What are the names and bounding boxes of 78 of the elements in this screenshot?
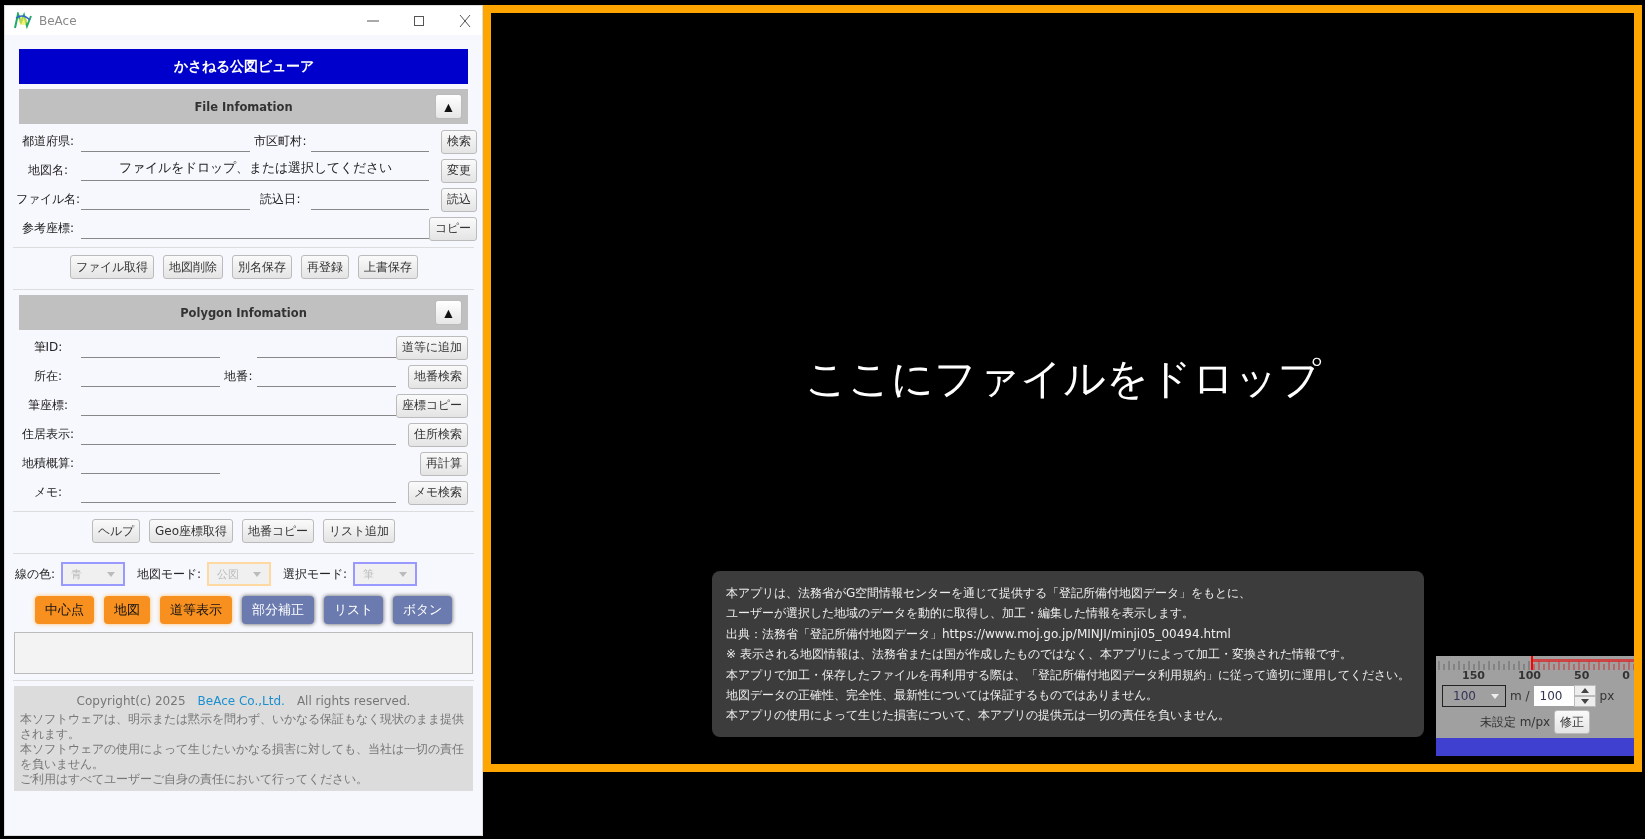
row-button[interactable]: メモ検索	[408, 480, 468, 505]
notice-text: ユーザーが選択した地域のデータを動的に取得し、加工・編集した情報を表示します。	[726, 605, 1195, 623]
row-button[interactable]: 読込	[441, 187, 477, 212]
toggle-button[interactable]: ボタン	[393, 596, 452, 624]
unit-label: m /	[1510, 689, 1530, 703]
notice-text: ※ 表示される地図情報は、法務省または国が作成したものではなく、本アプリによって加工・変換された情報です。	[726, 646, 1353, 664]
action-button[interactable]: ファイル取得	[69, 255, 154, 279]
disclaimer-text: 本ソフトウェアの使用によって生じたいかなる損害に対しても、当社は一切の責任を負いません。	[20, 742, 465, 772]
ruler-label: 150	[1462, 669, 1485, 682]
field-label: 地図名:	[26, 162, 69, 179]
row-button[interactable]: 住所検索	[408, 422, 468, 447]
action-button[interactable]: ヘルプ	[92, 519, 140, 543]
row-button[interactable]: 再計算	[420, 451, 468, 476]
collapse-button[interactable]: ▲	[435, 300, 462, 325]
app-logo-icon	[13, 11, 33, 30]
disclaimer-text: 本ソフトウェアは、明示または黙示を問わず、いかなる保証もなく現状のまま提供されます。	[20, 712, 465, 742]
caret-icon	[107, 571, 116, 577]
ruler-label: 100	[1518, 669, 1541, 682]
field-label: ファイル名:	[15, 191, 81, 208]
selector-label: 選択モード:	[283, 565, 348, 583]
field-label: 地積概算:	[20, 455, 75, 472]
row-button[interactable]: 座標コピー	[396, 393, 468, 418]
action-button[interactable]: 再登録	[300, 255, 349, 279]
field-label: 筆座標:	[26, 397, 69, 414]
caret-icon	[1491, 693, 1499, 699]
spinner-arrows-icon[interactable]	[1573, 685, 1596, 707]
row-button[interactable]: 地番検索	[408, 364, 468, 389]
section-title: File Infomation	[194, 99, 293, 114]
ruler-label: 0	[1622, 669, 1630, 682]
collapse-button[interactable]: ▲	[435, 94, 462, 119]
caret-icon	[399, 571, 408, 577]
field-label: 市区町村:	[253, 133, 308, 150]
app-header: かさねる公図ビューア	[19, 49, 468, 84]
notice-text: 地図データの正確性、完全性、最新性については保証するものではありません。	[726, 687, 1159, 705]
action-button[interactable]: Geo座標取得	[149, 519, 233, 543]
notice-text: 出典：法務省「登記所備付地図データ」https://www.moj.go.jp/MINJI/minji05_00494.html	[726, 625, 1232, 643]
action-button[interactable]: リスト追加	[323, 519, 395, 543]
window-title: BeAce	[39, 13, 78, 28]
action-button[interactable]: 別名保存	[231, 255, 292, 279]
field-label: 読込日:	[259, 191, 302, 208]
action-button[interactable]: 地番コピー	[242, 519, 314, 543]
toggle-button[interactable]: 中心点	[35, 596, 94, 624]
notice-text: 本アプリは、法務省がG空間情報センターを通じて提供する「登記所備付地図データ」をもとに、	[726, 585, 1253, 602]
row-button[interactable]: 変更	[441, 158, 477, 183]
toggle-button[interactable]: 道等表示	[160, 596, 232, 624]
unit-label: px	[1599, 689, 1615, 703]
toggle-button[interactable]: 部分補正	[242, 596, 314, 624]
drop-area[interactable]	[483, 5, 1642, 772]
ruler-label: 50	[1574, 669, 1590, 682]
field-label: 筆ID:	[32, 339, 64, 356]
toggle-button[interactable]: リスト	[324, 596, 383, 624]
field-label: 所在:	[32, 368, 63, 385]
selector-label: 地図モード:	[137, 565, 202, 583]
field-label: 住居表示:	[20, 426, 75, 443]
rights-text: All rights reserved.	[296, 694, 411, 708]
selector-label: 線の色:	[15, 565, 56, 583]
caret-icon	[253, 571, 262, 577]
input-field[interactable]: ファイルをドロップ、または選択してください	[81, 156, 429, 181]
field-label: 地番:	[223, 368, 254, 385]
action-button[interactable]: 上書保存	[357, 255, 418, 279]
field-label: 参考座標:	[20, 220, 75, 237]
copyright-text: Copyright(c) 2025	[76, 694, 186, 708]
pixel-input[interactable]: 100	[1533, 686, 1574, 706]
notice-text: 本アプリで加工・保存したファイルを再利用する際は、「登記所備付地図データ利用規約」に従って適切に運用してください。	[726, 666, 1410, 684]
disclaimer-text: ご利用はすべてユーザーご自身の責任において行ってください。	[20, 772, 369, 787]
apply-button[interactable]: 修正	[1554, 710, 1591, 734]
action-button[interactable]: 地図削除	[162, 255, 223, 279]
drop-message: ここにファイルをドロップ	[804, 352, 1321, 405]
row-button[interactable]: 検索	[441, 129, 477, 154]
scale-dropdown[interactable]: 100	[1442, 685, 1506, 707]
row-button[interactable]: コピー	[429, 216, 477, 241]
field-label: メモ:	[32, 484, 63, 501]
field-label: 都道府県:	[20, 133, 75, 150]
row-button[interactable]: 道等に追加	[396, 335, 468, 360]
section-title: Polygon Infomation	[180, 305, 307, 320]
toggle-button[interactable]: 地図	[104, 596, 150, 624]
scale-status: 未設定 m/px	[1479, 713, 1551, 731]
notice-text: 本アプリの使用によって生じた損害について、本アプリの提供元は一切の責任を負いません。	[726, 707, 1231, 725]
